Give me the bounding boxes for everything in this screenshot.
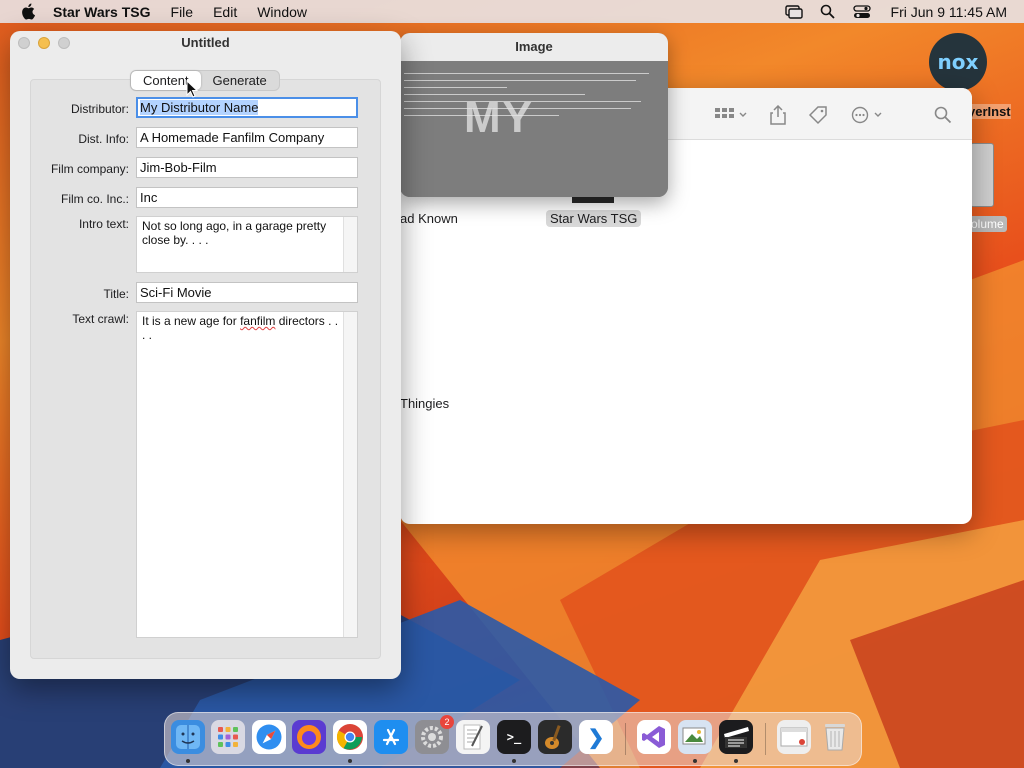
launchpad-icon[interactable]: [211, 720, 245, 754]
dock: 2 >_ ❯: [164, 712, 862, 766]
tag-icon[interactable]: [805, 104, 831, 126]
nox-player-icon[interactable]: nox: [929, 33, 987, 91]
intro-text-area[interactable]: Not so long ago, in a garage pretty clos…: [136, 216, 358, 273]
textedit-icon[interactable]: [456, 720, 490, 754]
chrome-icon[interactable]: [333, 720, 367, 754]
text-crawl-area[interactable]: It is a new age for fanfilm directors . …: [136, 311, 358, 638]
film-co-inc-label: Film co. Inc.:: [60, 192, 129, 206]
view-options-icon[interactable]: [712, 104, 752, 126]
running-indicator: [348, 759, 352, 763]
volume-icon[interactable]: [970, 143, 994, 207]
garageband-icon[interactable]: [538, 720, 572, 754]
finder-item-selected-label[interactable]: Star Wars TSG: [546, 210, 642, 227]
more-actions-icon[interactable]: [848, 104, 888, 126]
tab-control: Content Generate: [130, 70, 280, 91]
menu-edit[interactable]: Edit: [213, 4, 237, 20]
apple-menu-icon[interactable]: [19, 3, 37, 21]
system-settings-icon[interactable]: 2: [415, 715, 454, 754]
menu-app-name[interactable]: Star Wars TSG: [53, 4, 151, 20]
menu-clock[interactable]: Fri Jun 9 11:45 AM: [891, 4, 1007, 20]
running-indicator: [734, 759, 738, 763]
dist-info-field[interactable]: A Homemade Fanfilm Company: [136, 127, 358, 148]
preview-icon[interactable]: [678, 720, 712, 754]
distributor-value: My Distributor Name: [140, 100, 259, 115]
text-crawl-value-start: It is a new age for: [142, 314, 241, 328]
downloads-stack-icon[interactable]: [777, 720, 811, 754]
intro-text-scrollbar[interactable]: [343, 217, 357, 272]
dock-separator: [625, 723, 626, 755]
close-button[interactable]: [18, 37, 30, 49]
zoom-button[interactable]: [58, 37, 70, 49]
vscode-icon[interactable]: ❯: [579, 720, 613, 754]
visual-studio-icon[interactable]: [637, 720, 671, 754]
misspelled-word: fanfilm: [240, 314, 276, 328]
firefox-icon[interactable]: [292, 720, 326, 754]
image-preview-content: MY: [400, 61, 668, 197]
film-company-label: Film company:: [50, 162, 129, 176]
distributor-field[interactable]: My Distributor Name: [136, 97, 358, 118]
title-field[interactable]: Sci-Fi Movie: [136, 282, 358, 303]
film-company-field[interactable]: Jim-Bob-Film: [136, 157, 358, 178]
safari-icon[interactable]: [252, 720, 286, 754]
running-indicator: [512, 759, 516, 763]
menu-file[interactable]: File: [171, 4, 194, 20]
minimize-button[interactable]: [38, 37, 50, 49]
app-store-icon[interactable]: [374, 720, 408, 754]
film-co-inc-field[interactable]: Inc: [136, 187, 358, 208]
dock-separator: [765, 723, 766, 755]
screen-mirroring-icon[interactable]: [783, 4, 805, 20]
menu-bar: Star Wars TSG File Edit Window Fri Jun 9…: [0, 0, 1024, 23]
share-icon[interactable]: [765, 104, 791, 126]
my-logo: MY: [464, 93, 534, 142]
volume-label[interactable]: olume: [968, 216, 1007, 232]
distributor-label: Distributor:: [70, 102, 129, 116]
app-window: Untitled Content Generate Distributor: M…: [10, 31, 401, 679]
clapperboard-app-icon[interactable]: [719, 720, 753, 754]
desktop-item-label[interactable]: yerInst: [968, 104, 1011, 119]
running-indicator: [693, 759, 697, 763]
image-window-title: Image: [400, 33, 668, 61]
trash-icon[interactable]: [818, 720, 852, 754]
title-label: Title:: [103, 287, 129, 301]
intro-text-label: Intro text:: [78, 217, 129, 231]
running-indicator: [186, 759, 190, 763]
finder-dock-icon[interactable]: [171, 720, 205, 754]
image-preview-window: Image MY: [400, 33, 668, 197]
dist-info-label: Dist. Info:: [78, 132, 129, 146]
finder-item-label[interactable]: Thingies: [400, 396, 449, 411]
control-center-icon[interactable]: [851, 4, 873, 20]
spotlight-search-icon[interactable]: [817, 4, 839, 20]
mouse-pointer-icon: [186, 79, 199, 98]
notification-badge: 2: [440, 715, 454, 729]
search-icon[interactable]: [930, 104, 956, 126]
text-crawl-label: Text crawl:: [72, 312, 129, 326]
terminal-icon[interactable]: >_: [497, 720, 531, 754]
tab-generate[interactable]: Generate: [201, 71, 279, 90]
intro-text-value: Not so long ago, in a garage pretty clos…: [142, 219, 327, 247]
menu-window[interactable]: Window: [257, 4, 307, 20]
text-crawl-scrollbar[interactable]: [343, 312, 357, 637]
finder-item-label[interactable]: ad Known: [400, 211, 458, 226]
